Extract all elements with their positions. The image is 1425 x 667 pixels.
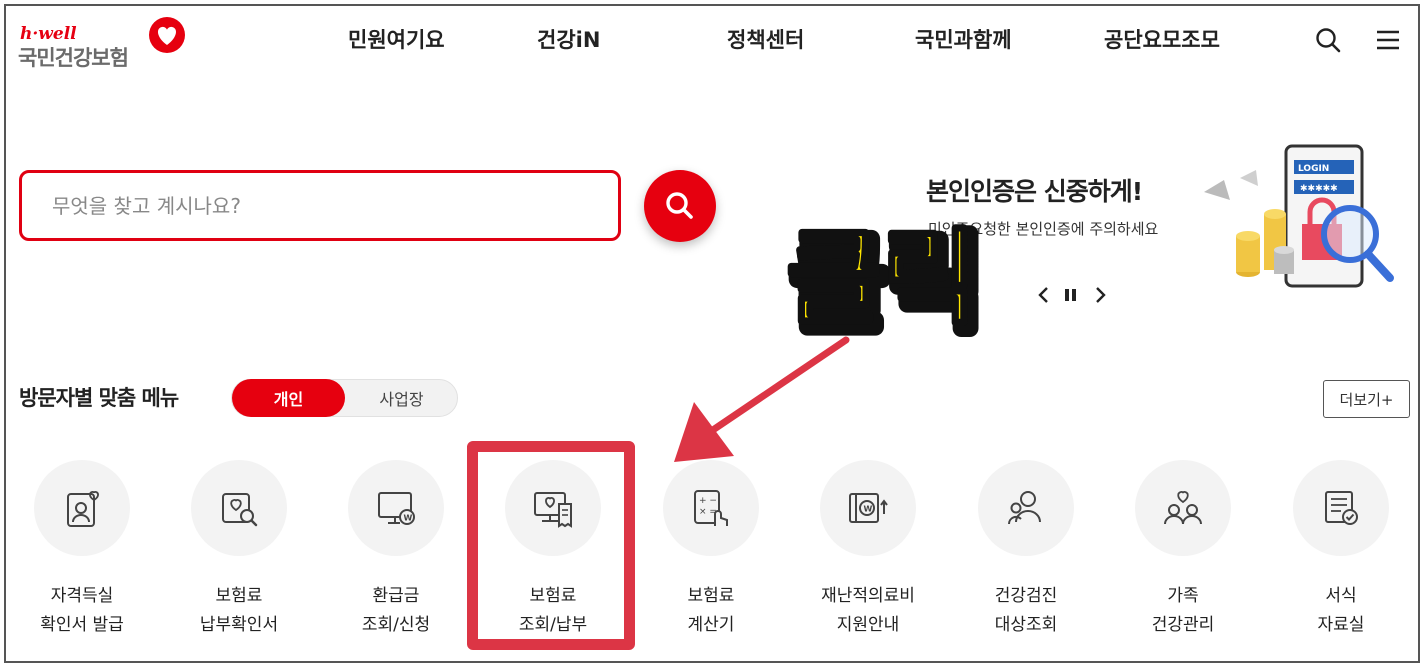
menu-label-line2: 조회/신청: [361, 615, 431, 635]
svg-text:✱✱✱✱✱: ✱✱✱✱✱: [1300, 184, 1338, 194]
search-box: [19, 170, 621, 241]
menu-item-catastrophic-medical[interactable]: W 재난적의료비 지원안내: [803, 460, 933, 640]
heart-search-icon: [222, 493, 258, 527]
menu-label-line1: 자격득실: [50, 586, 114, 606]
logo-name: 국민건강보험: [18, 46, 129, 70]
menu-label-line1: 서식: [1325, 586, 1357, 606]
menu-item-forms[interactable]: 서식 자료실: [1276, 460, 1406, 640]
menu-icon-circle: [191, 460, 287, 556]
menu-label-line1: 보험료: [215, 586, 263, 606]
logo-tagline: h·well: [20, 24, 77, 44]
hamburger-menu-icon[interactable]: [1374, 26, 1402, 54]
banner-next-icon[interactable]: [1090, 284, 1110, 306]
menu-label-line2: 계산기: [687, 615, 735, 635]
menu-icon-circle: W: [820, 460, 916, 556]
won-support-icon: W: [849, 493, 888, 523]
menu-label-line2: 건강관리: [1151, 615, 1215, 635]
toggle-personal[interactable]: 개인: [232, 379, 345, 417]
menu-label-line1: 환급금: [372, 586, 420, 606]
search-button[interactable]: [644, 170, 716, 242]
menu-item-family-health[interactable]: 가족 건강관리: [1118, 460, 1248, 640]
menu-item-payment-certificate[interactable]: 보험료 납부확인서: [174, 460, 304, 640]
menu-label: 보험료 계산기: [646, 582, 776, 640]
heart-logo-icon: [149, 17, 185, 53]
document-check-icon: [1325, 491, 1358, 525]
menu-icon-circle: [34, 460, 130, 556]
family-heart-icon: [1164, 491, 1202, 525]
calculator-hand-icon: + − × =: [694, 490, 728, 526]
click-text: 클릭: [786, 217, 977, 339]
banner-title: 본인인증은 신중하게!: [926, 177, 1143, 206]
menu-item-health-checkup[interactable]: 건강검진 대상조회: [961, 460, 1091, 640]
menu-icon-circle: W: [348, 460, 444, 556]
nav-item-policy[interactable]: 정책센터: [727, 24, 804, 54]
banner-art-label: LOGIN: [1298, 164, 1329, 174]
search-input[interactable]: [52, 191, 592, 221]
svg-text:W: W: [404, 514, 413, 523]
menu-label: 보험료 납부확인서: [174, 582, 304, 640]
magnifier-icon: [666, 192, 693, 219]
menu-label: 환급금 조회/신청: [331, 582, 461, 640]
menu-label-line2: 납부확인서: [199, 615, 279, 635]
menu-label-line1: 보험료: [687, 586, 735, 606]
menu-label-line2: 지원안내: [836, 615, 900, 635]
menu-label-line2: 확인서 발급: [40, 615, 124, 635]
visitor-toggle: 개인 사업장: [231, 379, 458, 417]
menu-label-line2: 자료실: [1317, 615, 1365, 635]
svg-text:W: W: [864, 505, 873, 514]
annotation-arrow-icon: [674, 336, 850, 462]
menu-icon-circle: [1293, 460, 1389, 556]
monitor-won-icon: W: [378, 492, 415, 525]
menu-icon-circle: [978, 460, 1074, 556]
menu-label-line2: 대상조회: [994, 615, 1058, 635]
phone-login-illustration: LOGIN ✱✱✱✱✱: [1204, 144, 1394, 288]
menu-item-calculator[interactable]: + − × = 보험료 계산기: [646, 460, 776, 640]
menu-label-line1: 재난적의료비: [821, 586, 915, 606]
menu-item-qualification[interactable]: 자격득실 확인서 발급: [17, 460, 147, 640]
menu-label: 자격득실 확인서 발급: [17, 582, 147, 640]
nav-item-about[interactable]: 공단요모조모: [1104, 24, 1220, 54]
menu-icon-circle: + − × =: [663, 460, 759, 556]
nav-item-health-in[interactable]: 건강iN: [537, 24, 600, 54]
people-search-icon: [1007, 491, 1041, 525]
nav-item-civil[interactable]: 민원여기요: [348, 24, 445, 54]
menu-item-refund[interactable]: W 환급금 조회/신청: [331, 460, 461, 640]
more-button[interactable]: 더보기+: [1323, 380, 1410, 418]
click-annotation: 클릭 클릭: [784, 215, 990, 340]
search-icon[interactable]: [1314, 26, 1342, 54]
id-card-heart-icon: [67, 490, 99, 527]
toggle-business[interactable]: 사업장: [345, 379, 458, 417]
menu-label: 가족 건강관리: [1118, 582, 1248, 640]
menu-label: 재난적의료비 지원안내: [803, 582, 933, 640]
svg-text:+ −: + −: [699, 496, 717, 506]
menu-label: 서식 자료실: [1276, 582, 1406, 640]
highlight-box: [467, 441, 635, 650]
menu-label: 건강검진 대상조회: [961, 582, 1091, 640]
nav-item-together[interactable]: 국민과함께: [915, 24, 1012, 54]
menu-label-line1: 가족: [1167, 586, 1199, 606]
site-logo[interactable]: h·well 국민건강보험: [18, 16, 188, 72]
banner-prev-icon[interactable]: [1034, 284, 1054, 306]
banner-pause-icon[interactable]: [1061, 284, 1081, 306]
menu-label-line1: 건강검진: [994, 586, 1058, 606]
menu-icon-circle: [1135, 460, 1231, 556]
section-title: 방문자별 맞춤 메뉴: [19, 386, 179, 410]
